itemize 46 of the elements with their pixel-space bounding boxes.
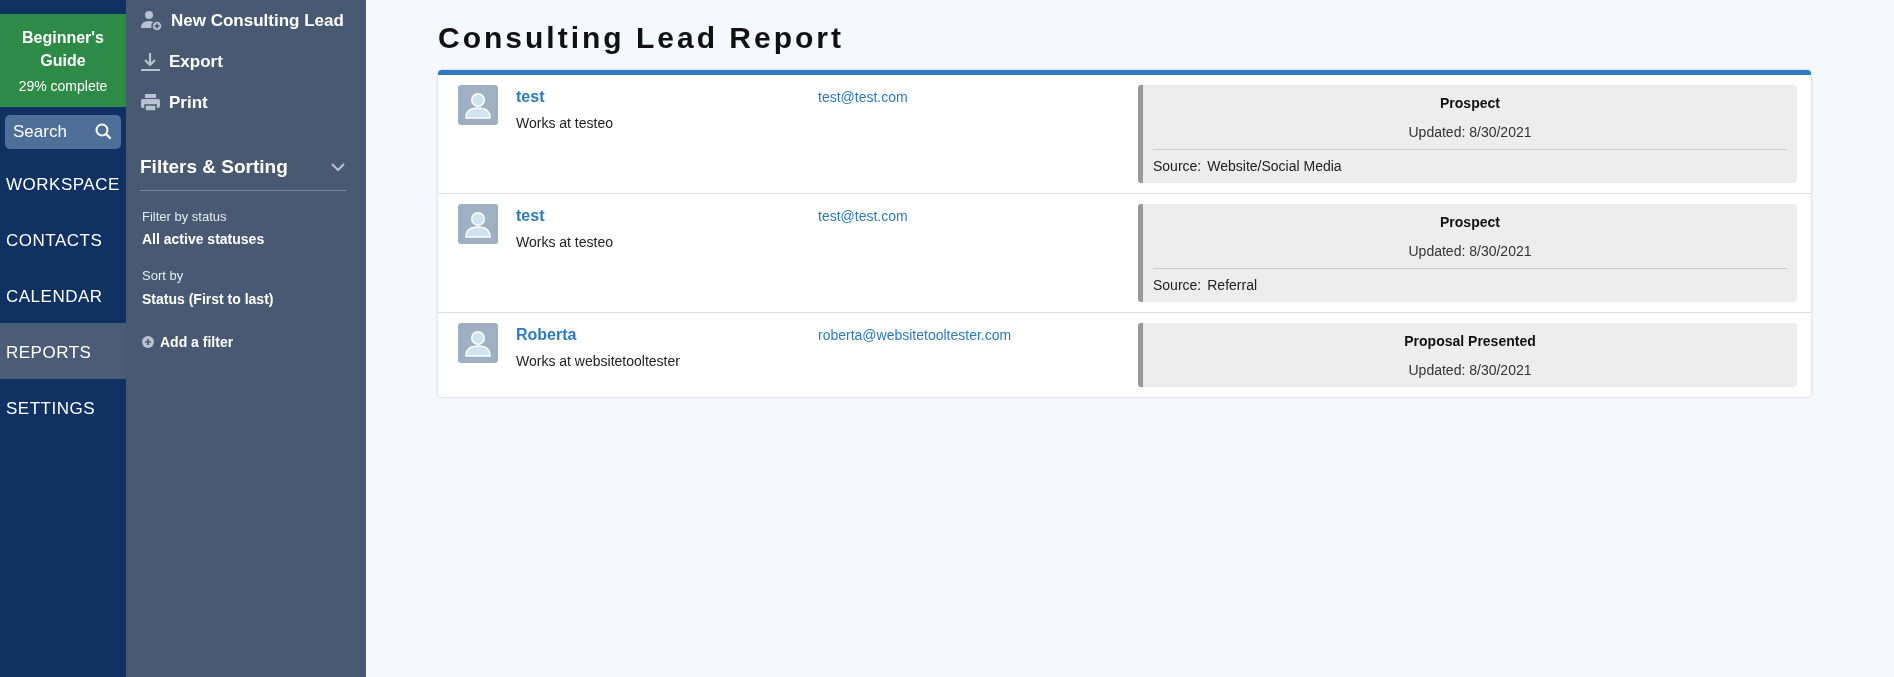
- add-filter-link[interactable]: Add a filter: [140, 331, 236, 353]
- nav-item[interactable]: CONTACTS: [0, 210, 126, 267]
- status-name: Proposal Presented: [1403, 332, 1537, 351]
- lead-email-link[interactable]: roberta@websitetooltester.com: [818, 327, 1012, 343]
- updated-date: Updated: 8/30/2021: [1407, 242, 1533, 261]
- lead-company: Works at testeo: [516, 114, 614, 133]
- updated-date: Updated: 8/30/2021: [1407, 123, 1533, 142]
- search-icon: [95, 123, 111, 139]
- updated-date: Updated: 8/30/2021: [1407, 361, 1533, 380]
- guide-panel[interactable]: Beginner's Guide 29% complete: [0, 14, 126, 107]
- filter-value[interactable]: Status (First to last): [142, 288, 346, 310]
- status-name: Prospect: [1439, 94, 1501, 113]
- search-field[interactable]: Search: [5, 115, 121, 149]
- filter-label: Filter by status: [142, 207, 228, 226]
- nav-item[interactable]: REPORTS: [0, 322, 126, 379]
- guide-subtitle: 29% complete: [17, 77, 109, 96]
- nav-item[interactable]: WORKSPACE: [0, 154, 126, 211]
- filters-header[interactable]: Filters & Sorting: [140, 153, 346, 191]
- plus-circle-icon: [142, 336, 154, 348]
- source-label: Source:: [1153, 157, 1202, 176]
- lead-name-link[interactable]: test: [516, 207, 545, 224]
- avatar-icon: [458, 85, 498, 125]
- source-label: Source:: [1153, 276, 1202, 295]
- status-name: Prospect: [1439, 213, 1501, 232]
- nav-item[interactable]: CALENDAR: [0, 266, 126, 323]
- source-value: Website/Social Media: [1207, 157, 1342, 176]
- filter-label: Sort by: [142, 267, 185, 285]
- lead-name-link[interactable]: Roberta: [516, 326, 577, 343]
- printer-icon: [140, 93, 161, 112]
- lead-name-link[interactable]: test: [516, 88, 545, 105]
- add-person-icon: [140, 9, 163, 32]
- lead-email-link[interactable]: test@test.com: [818, 208, 908, 224]
- filter-value[interactable]: All active statuses: [142, 229, 346, 250]
- action-link[interactable]: Print: [140, 82, 208, 123]
- source-value: Referral: [1207, 276, 1258, 295]
- avatar-icon: [458, 204, 498, 244]
- lead-email-link[interactable]: test@test.com: [818, 89, 908, 105]
- lead-company: Works at testeo: [516, 233, 614, 252]
- avatar-icon: [458, 323, 498, 363]
- page-title: Consulting Lead Report: [438, 20, 845, 56]
- download-icon: [140, 51, 161, 72]
- lead-company: Works at websitetooltester: [516, 352, 681, 371]
- nav-item[interactable]: SETTINGS: [0, 378, 126, 435]
- action-link[interactable]: Export: [140, 41, 223, 82]
- action-link[interactable]: New Consulting Lead: [140, 0, 344, 41]
- guide-title: Beginner's Guide: [20, 28, 105, 71]
